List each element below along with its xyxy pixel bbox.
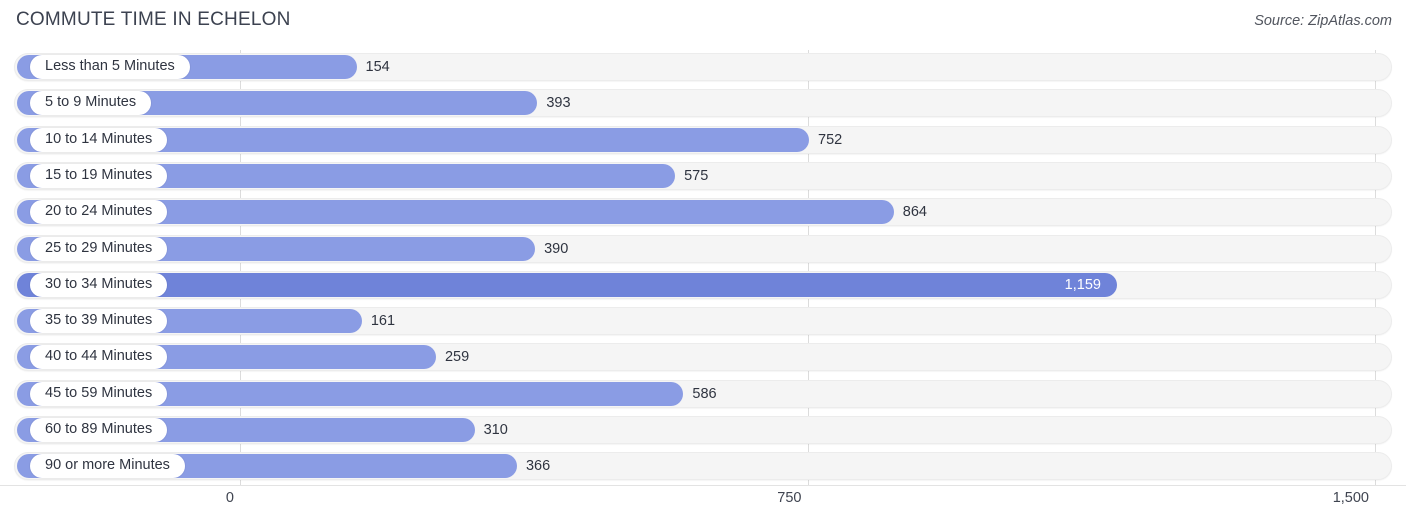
bar-value-label: 1,159 xyxy=(1064,276,1101,293)
chart-row: 586 45 to 59 Minutes xyxy=(0,377,1406,413)
chart-row: 393 5 to 9 Minutes xyxy=(0,86,1406,122)
bar-value-label: 752 xyxy=(818,131,843,148)
chart-row: 1,159 30 to 34 Minutes xyxy=(0,268,1406,304)
category-label: 15 to 19 Minutes xyxy=(30,163,168,188)
category-label: 90 or more Minutes xyxy=(30,454,185,479)
axis-tick-label: 1,500 xyxy=(1332,490,1369,506)
category-label: 45 to 59 Minutes xyxy=(30,381,168,406)
bar-value-label: 154 xyxy=(365,59,390,75)
bar-value-label: 393 xyxy=(546,95,571,112)
category-label: 60 to 89 Minutes xyxy=(30,418,168,442)
axis-line xyxy=(0,485,1406,486)
source-attribution: Source: ZipAtlas.com xyxy=(1254,13,1392,29)
chart-row: 366 90 or more Minutes xyxy=(0,449,1406,485)
category-label: Less than 5 Minutes xyxy=(30,55,190,79)
category-label: 10 to 14 Minutes xyxy=(30,127,168,152)
category-label: 5 to 9 Minutes xyxy=(30,91,152,116)
chart-row: 310 60 to 89 Minutes xyxy=(0,413,1406,449)
axis-tick-label: 0 xyxy=(225,490,234,506)
chart-plot-area: 154 Less than 5 Minutes 393 5 to 9 Minutes 7… xyxy=(0,50,1406,485)
chart-row: 390 25 to 29 Minutes xyxy=(0,232,1406,268)
bar-value-label: 575 xyxy=(684,167,709,184)
category-label: 30 to 34 Minutes xyxy=(30,272,168,297)
bar-value-label: 310 xyxy=(483,422,508,438)
bar-value-label: 390 xyxy=(544,240,569,257)
chart-row: 161 35 to 39 Minutes xyxy=(0,304,1406,340)
chart-row: 752 10 to 14 Minutes xyxy=(0,123,1406,159)
bar[interactable] xyxy=(17,272,1117,297)
category-label: 35 to 39 Minutes xyxy=(30,309,168,334)
bar-value-label: 259 xyxy=(444,349,470,366)
category-label: 25 to 29 Minutes xyxy=(30,236,168,261)
chart-row: 864 20 to 24 Minutes xyxy=(0,195,1406,231)
axis-tick-label: 750 xyxy=(777,490,802,506)
category-label: 40 to 44 Minutes xyxy=(30,345,168,370)
chart-row: 575 15 to 19 Minutes xyxy=(0,159,1406,195)
bar-value-label: 586 xyxy=(692,385,717,402)
bar-value-label: 161 xyxy=(370,313,396,330)
page-title: COMMUTE TIME IN ECHELON xyxy=(16,9,291,30)
bar-value-label: 864 xyxy=(902,204,927,221)
category-label: 20 to 24 Minutes xyxy=(30,200,168,225)
x-axis: 0 750 1,500 xyxy=(0,485,1406,522)
chart-row: 259 40 to 44 Minutes xyxy=(0,340,1406,376)
bar-value-label: 366 xyxy=(525,458,551,475)
chart-row: 154 Less than 5 Minutes xyxy=(0,50,1406,86)
